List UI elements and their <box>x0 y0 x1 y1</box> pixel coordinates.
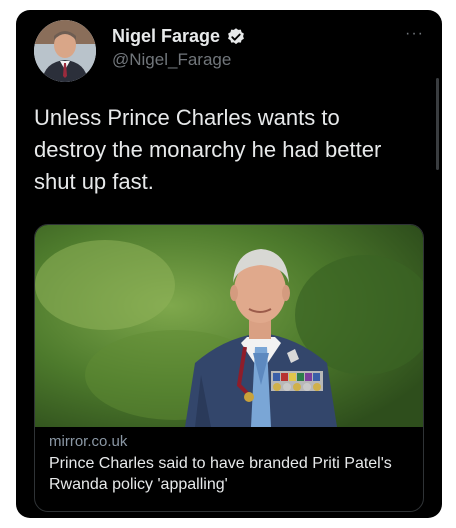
author-name-text: Nigel Farage <box>112 26 221 46</box>
more-horizontal-icon[interactable]: ··· <box>405 26 424 42</box>
tweet-text: Unless Prince Charles wants to destroy t… <box>34 105 382 194</box>
verified-badge-icon <box>228 27 244 44</box>
author-handle[interactable]: @Nigel_Farage <box>112 50 231 70</box>
link-card-title: Prince Charles said to have branded Prit… <box>49 455 392 493</box>
link-preview-card[interactable]: mirror.co.uk Prince Charles said to have… <box>34 224 424 512</box>
link-card-domain: mirror.co.uk <box>49 433 128 450</box>
tweet-card[interactable]: Nigel Farage @Nigel_Farage ··· Unless Pr… <box>16 10 442 518</box>
avatar-photo <box>34 20 96 82</box>
scrollbar[interactable] <box>436 78 439 170</box>
author-name[interactable]: Nigel Farage <box>112 26 246 47</box>
avatar[interactable] <box>34 20 96 82</box>
link-preview-image <box>35 225 423 427</box>
